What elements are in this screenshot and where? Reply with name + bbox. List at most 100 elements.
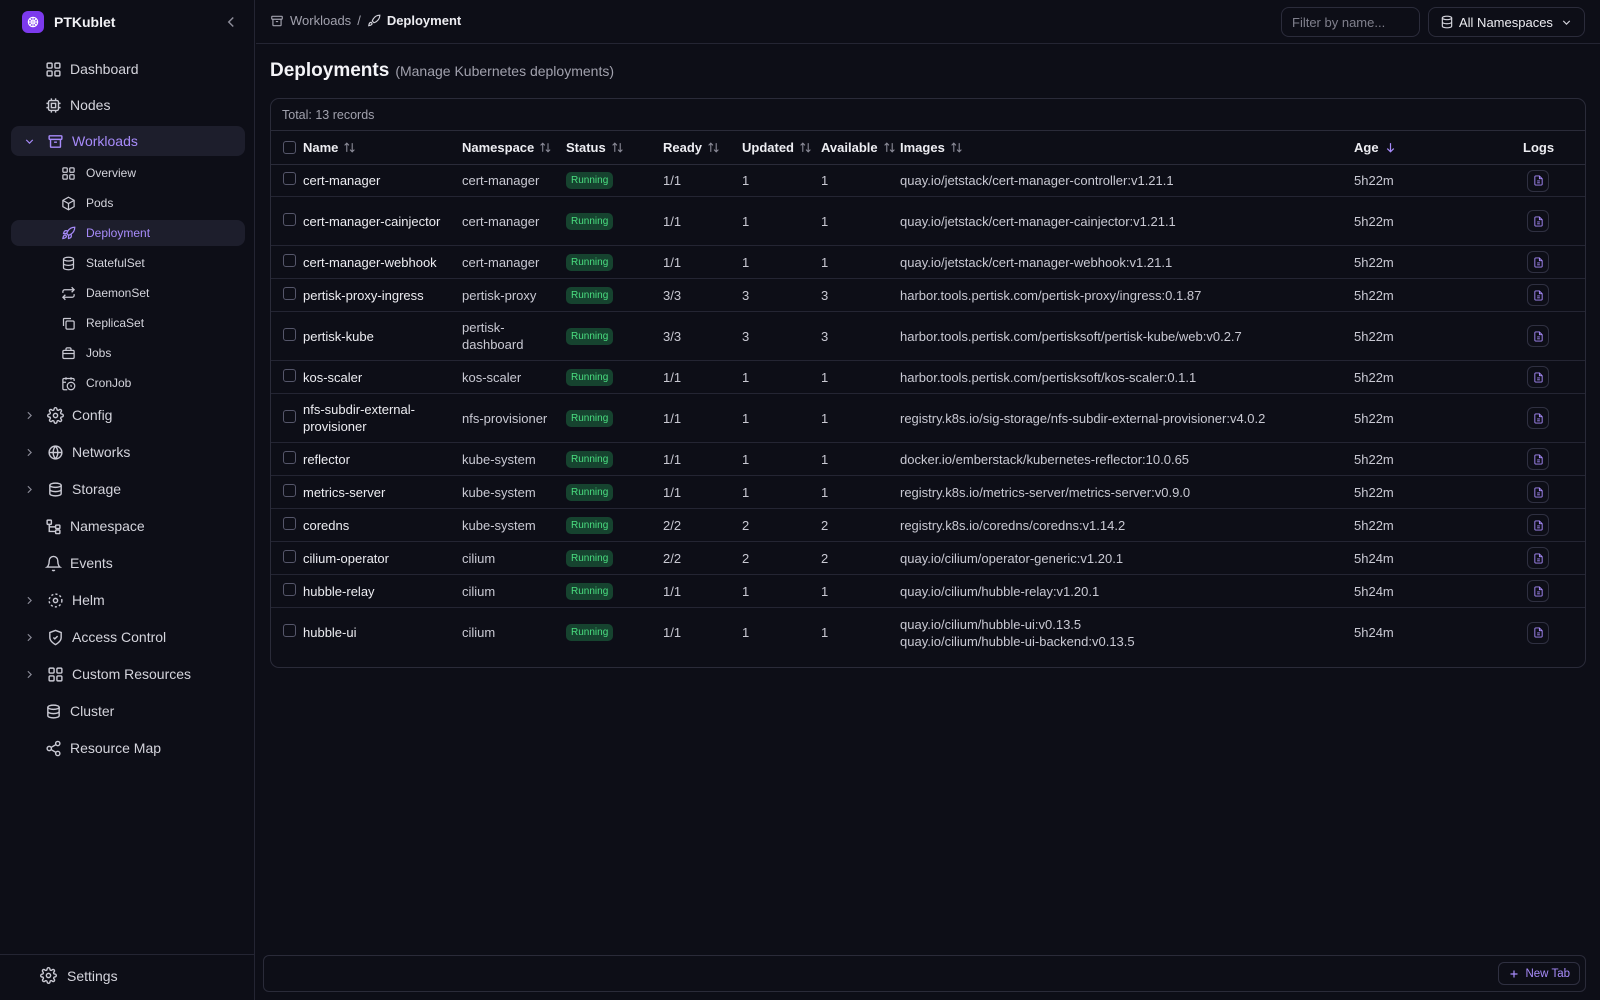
deployment-name[interactable]: hubble-relay <box>303 583 375 600</box>
logs-button[interactable] <box>1527 325 1549 347</box>
images-cell: docker.io/emberstack/kubernetes-reflecto… <box>900 451 1189 468</box>
sidebar-item-config[interactable]: Config <box>11 400 245 430</box>
row-checkbox[interactable] <box>283 484 296 497</box>
deployment-name[interactable]: pertisk-kube <box>303 328 374 345</box>
logs-button[interactable] <box>1527 210 1549 232</box>
sidebar-item-custom-resources[interactable]: Custom Resources <box>11 659 245 689</box>
sidebar-item-deployment[interactable]: Deployment <box>11 220 245 246</box>
col-images-header[interactable]: Images <box>900 140 1355 155</box>
new-tab-button[interactable]: New Tab <box>1498 962 1580 985</box>
row-checkbox[interactable] <box>283 172 296 185</box>
sidebar-item-cronjob[interactable]: CronJob <box>11 370 245 396</box>
table-row[interactable]: cert-manager cert-manager Running 1/1 1 1 quay… <box>271 165 1585 197</box>
table-row[interactable]: pertisk-kube pertisk-dashboard Running 3/3 3… <box>271 312 1585 361</box>
sidebar-item-workloads[interactable]: Workloads <box>11 126 245 156</box>
updated-cell: 1 <box>742 625 750 640</box>
settings-label: Settings <box>67 967 118 984</box>
sidebar-item-access-control[interactable]: Access Control <box>11 622 245 652</box>
row-checkbox[interactable] <box>283 410 296 423</box>
sidebar-item-events[interactable]: Events <box>11 548 245 578</box>
chevron-right-icon <box>27 485 32 493</box>
sidebar-item-overview[interactable]: Overview <box>11 160 245 186</box>
row-checkbox[interactable] <box>283 369 296 382</box>
deployment-name[interactable]: nfs-subdir-external-provisioner <box>303 401 453 435</box>
brand[interactable]: PTKublet <box>22 11 115 33</box>
settings-button[interactable]: Settings <box>40 967 118 984</box>
deployment-name[interactable]: cert-manager-webhook <box>303 254 437 271</box>
sidebar-item-resource-map[interactable]: Resource Map <box>11 733 245 763</box>
sidebar-item-daemonset[interactable]: DaemonSet <box>11 280 245 306</box>
updated-cell: 1 <box>742 369 750 385</box>
sidebar-item-storage[interactable]: Storage <box>11 474 245 504</box>
deployment-name[interactable]: coredns <box>303 517 349 534</box>
namespace-cell: cert-manager <box>462 254 540 270</box>
filter-name-input[interactable] <box>1281 7 1420 37</box>
sidebar-item-jobs[interactable]: Jobs <box>11 340 245 366</box>
sidebar-item-networks[interactable]: Networks <box>11 437 245 467</box>
select-all-checkbox[interactable] <box>283 141 296 154</box>
col-namespace-header[interactable]: Namespace <box>462 140 552 155</box>
table-row[interactable]: metrics-server kube-system Running 1/1 1 1 reg… <box>271 476 1585 509</box>
deployment-name[interactable]: reflector <box>303 451 350 468</box>
col-updated-header[interactable]: Updated <box>742 140 812 155</box>
deployment-name[interactable]: kos-scaler <box>303 369 362 386</box>
logs-button[interactable] <box>1527 448 1549 470</box>
logs-button[interactable] <box>1527 407 1549 429</box>
row-checkbox[interactable] <box>283 287 296 300</box>
deployment-name[interactable]: pertisk-proxy-ingress <box>303 287 424 304</box>
row-checkbox[interactable] <box>283 328 296 341</box>
col-age-label: Age <box>1354 140 1379 155</box>
row-checkbox[interactable] <box>283 517 296 530</box>
namespace-select-value: All Namespaces <box>1459 15 1553 30</box>
logs-button[interactable] <box>1527 284 1549 306</box>
col-available-header[interactable]: Available <box>821 140 896 155</box>
sidebar-item-cluster[interactable]: Cluster <box>11 696 245 726</box>
table-row[interactable]: cert-manager-webhook cert-manager Running 1… <box>271 246 1585 279</box>
breadcrumb-workloads[interactable]: Workloads <box>270 13 351 28</box>
col-ready-header[interactable]: Ready <box>663 140 720 155</box>
table-row[interactable]: reflector kube-system Running 1/1 1 1 docker.i… <box>271 443 1585 476</box>
gear-icon <box>40 967 57 984</box>
deployment-name[interactable]: cert-manager <box>303 172 380 189</box>
logs-button[interactable] <box>1527 366 1549 388</box>
logs-button[interactable] <box>1527 169 1549 192</box>
sidebar-item-replicaset[interactable]: ReplicaSet <box>11 310 245 336</box>
table-row[interactable]: pertisk-proxy-ingress pertisk-proxy Runnin… <box>271 279 1585 312</box>
deployment-name[interactable]: metrics-server <box>303 484 385 501</box>
row-checkbox[interactable] <box>283 624 296 637</box>
col-status-header[interactable]: Status <box>566 140 624 155</box>
table-row[interactable]: coredns kube-system Running 2/2 2 2 registry.k… <box>271 509 1585 542</box>
logs-button[interactable] <box>1527 547 1549 569</box>
table-row[interactable]: cert-manager-cainjector cert-manager Runni… <box>271 197 1585 246</box>
col-name-header[interactable]: Name <box>303 140 453 155</box>
row-checkbox[interactable] <box>283 254 296 267</box>
row-checkbox[interactable] <box>283 213 296 226</box>
row-checkbox[interactable] <box>283 550 296 563</box>
sidebar-item-dashboard[interactable]: Dashboard <box>11 54 245 84</box>
table-row[interactable]: hubble-ui cilium Running 1/1 1 1 quay.io/ciliu… <box>271 608 1585 657</box>
table-row[interactable]: kos-scaler kos-scaler Running 1/1 1 1 harbor.t… <box>271 361 1585 394</box>
logs-button[interactable] <box>1527 621 1549 644</box>
logs-button[interactable] <box>1527 514 1549 536</box>
deployment-name[interactable]: cilium-operator <box>303 550 389 567</box>
sidebar-item-helm[interactable]: Helm <box>11 585 245 615</box>
namespace-select[interactable]: All Namespaces <box>1428 7 1585 37</box>
deployment-name[interactable]: cert-manager-cainjector <box>303 213 440 230</box>
sidebar-item-namespace[interactable]: Namespace <box>11 511 245 541</box>
sidebar-item-nodes[interactable]: Nodes <box>11 90 245 120</box>
deployment-name[interactable]: hubble-ui <box>303 624 357 641</box>
logs-button[interactable] <box>1527 481 1549 503</box>
sidebar-item-pods[interactable]: Pods <box>11 190 245 216</box>
table-row[interactable]: cilium-operator cilium Running 2/2 2 2 quay.io… <box>271 542 1585 575</box>
logs-button[interactable] <box>1527 580 1549 602</box>
row-checkbox[interactable] <box>283 583 296 596</box>
col-age-header[interactable]: Age <box>1354 140 1397 155</box>
namespace-cell: pertisk-proxy <box>462 287 537 303</box>
row-checkbox[interactable] <box>283 451 296 464</box>
logs-button[interactable] <box>1527 251 1549 273</box>
table-row[interactable]: nfs-subdir-external-provisioner nfs-provi… <box>271 394 1585 443</box>
collapse-sidebar-button[interactable] <box>222 13 240 31</box>
images-cell: registry.k8s.io/metrics-server/metrics-s… <box>900 484 1190 501</box>
table-row[interactable]: hubble-relay cilium Running 1/1 1 1 quay.io/ci… <box>271 575 1585 608</box>
sidebar-item-statefulset[interactable]: StatefulSet <box>11 250 245 276</box>
